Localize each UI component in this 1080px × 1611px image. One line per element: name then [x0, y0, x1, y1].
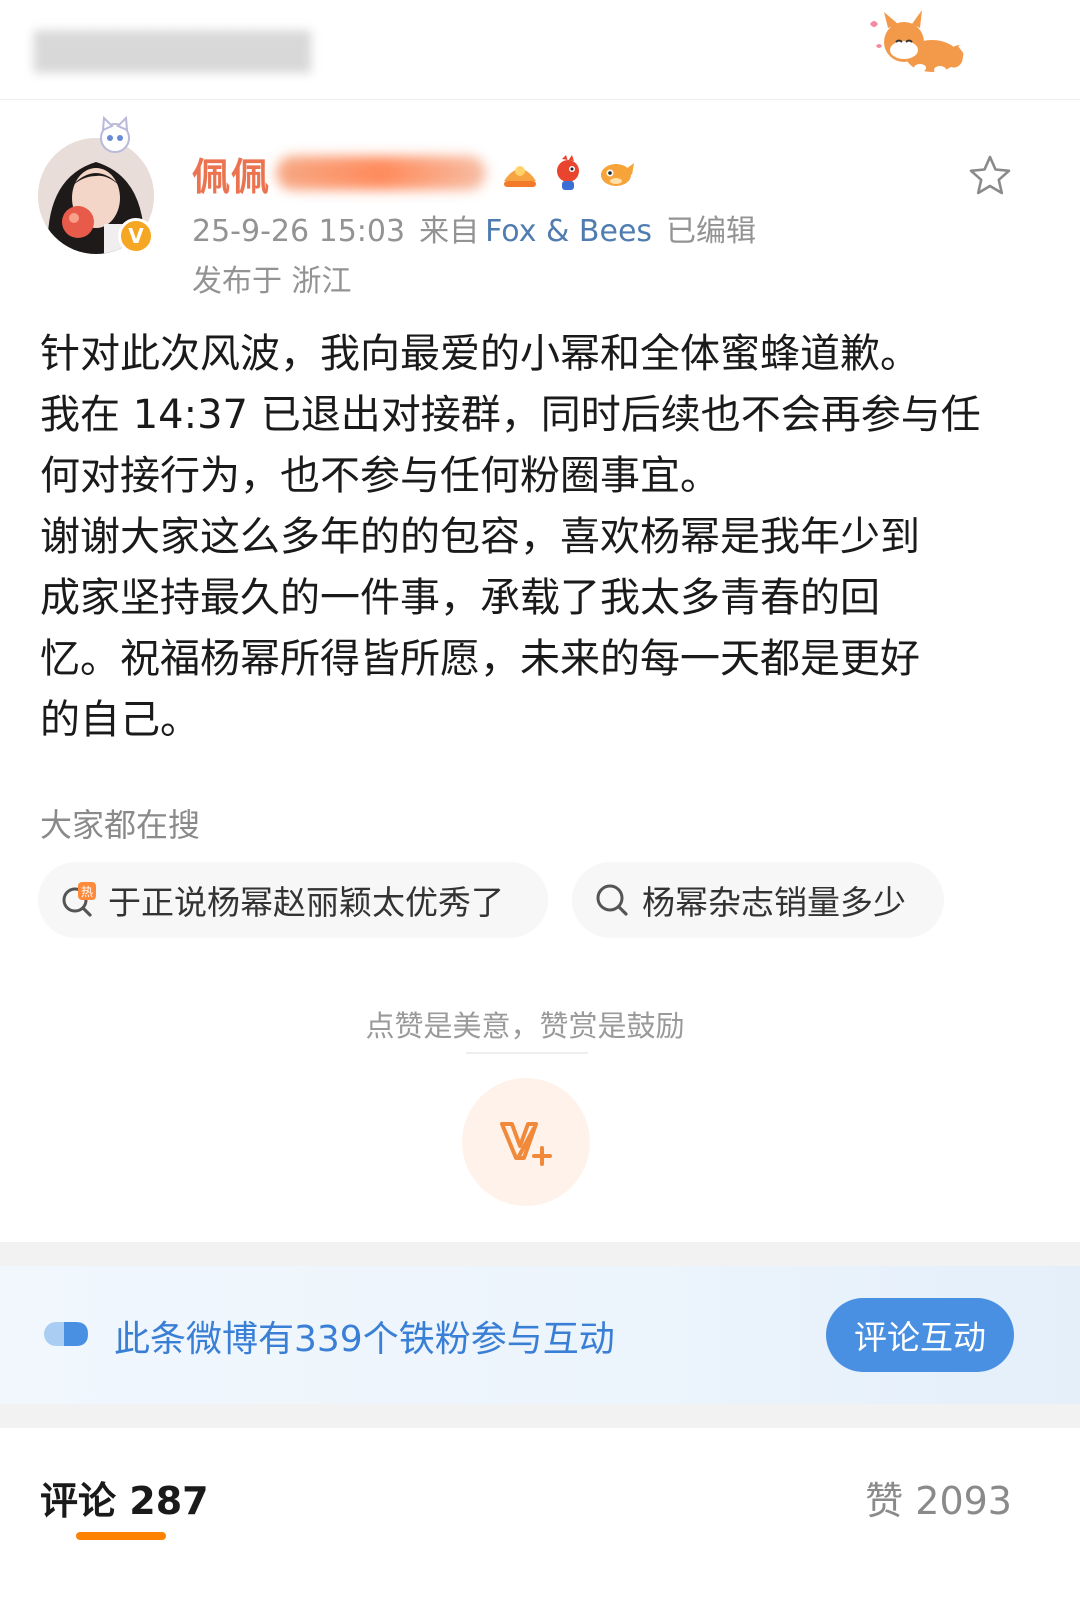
tab-likes-count: 2093 — [915, 1479, 1012, 1523]
tab-comments[interactable]: 评论 287 — [40, 1470, 209, 1525]
post-body-line: 忆。祝福杨幂所得皆所愿，未来的每一天都是更好 — [40, 636, 920, 682]
tab-comments-label: 评论 — [40, 1479, 117, 1523]
post-body-line: 的自己。 — [40, 697, 200, 743]
user-avatar[interactable]: V — [38, 116, 154, 254]
hot-search-icon: 热 — [62, 882, 96, 917]
post-body-line: 我在 14:37 已退出对接群，同时后续也不会再参与任 — [40, 392, 981, 438]
post-body-line: 针对此次风波，我向最爱的小幂和全体蜜蜂道歉。 — [40, 331, 920, 377]
post-body: 针对此次风波，我向最爱的小幂和全体蜜蜂道歉。 我在 14:37 已退出对接群，同… — [40, 324, 1040, 751]
svg-text:热: 热 — [81, 885, 93, 899]
reward-button[interactable] — [462, 1078, 590, 1206]
trending-search-label: 于正说杨幂赵丽颖太优秀了 — [108, 883, 504, 922]
reward-caption: 点赞是美意，赞赏是鼓励 — [365, 1009, 685, 1043]
post-timestamp: 25-9-26 15:03 — [192, 214, 406, 249]
post-body-line: 成家坚持最久的一件事，承载了我太多青春的回 — [40, 575, 880, 621]
source-link[interactable]: Fox & Bees — [485, 214, 652, 249]
trending-search-chip[interactable]: 杨幂杂志销量多少 — [572, 862, 944, 938]
verified-badge: V — [118, 218, 154, 254]
trending-search-label: 杨幂杂志销量多少 — [642, 883, 906, 922]
tab-likes[interactable]: 赞 2093 — [865, 1470, 1012, 1525]
reward-divider — [466, 1052, 588, 1054]
iron-fans-banner[interactable]: 此条微博有339个铁粉参与互动 评论互动 — [0, 1266, 1080, 1404]
reward-v-plus-icon — [500, 1122, 552, 1166]
tab-comments-count: 287 — [129, 1479, 209, 1523]
fans-pill-icon — [44, 1322, 88, 1346]
trending-search-chip[interactable]: 热 于正说杨幂赵丽颖太优秀了 — [38, 862, 548, 938]
fox-sticker-icon — [870, 10, 965, 74]
username-row[interactable]: 佩佩 — [192, 150, 636, 199]
post-body-line: 何对接行为，也不参与任何粉圈事宜。 — [40, 453, 720, 499]
section-divider — [0, 1242, 1080, 1266]
cat-pendant-icon — [100, 116, 130, 153]
fish-medal-icon — [601, 163, 635, 186]
username[interactable]: 佩佩 — [192, 146, 270, 201]
medal-list — [500, 153, 636, 193]
search-icon — [596, 884, 628, 916]
post-meta: 25-9-26 15:03 来自 Fox & Bees 已编辑 — [192, 206, 770, 250]
username-redacted — [276, 156, 487, 190]
top-bar: ██████████ — [0, 0, 1080, 100]
sunrise-medal-icon — [504, 166, 537, 187]
trending-search-heading: 大家都在搜 — [40, 806, 201, 844]
iron-fans-text: 此条微博有339个铁粉参与互动 — [114, 1319, 615, 1360]
tab-likes-label: 赞 — [865, 1479, 904, 1523]
edited-label[interactable]: 已编辑 — [666, 214, 756, 249]
page-title-blurred: ██████████ — [34, 32, 311, 73]
post-location: 发布于 浙江 — [192, 264, 352, 299]
section-divider — [0, 1404, 1080, 1428]
favorite-star-icon[interactable] — [966, 152, 1014, 200]
post-body-line: 谢谢大家这么多年的的包容，喜欢杨幂是我年少到 — [40, 514, 920, 560]
active-tab-indicator — [76, 1532, 166, 1540]
comment-interact-button[interactable]: 评论互动 — [826, 1298, 1014, 1372]
source-prefix: 来自 — [419, 214, 480, 249]
rooster-medal-icon — [557, 155, 580, 190]
